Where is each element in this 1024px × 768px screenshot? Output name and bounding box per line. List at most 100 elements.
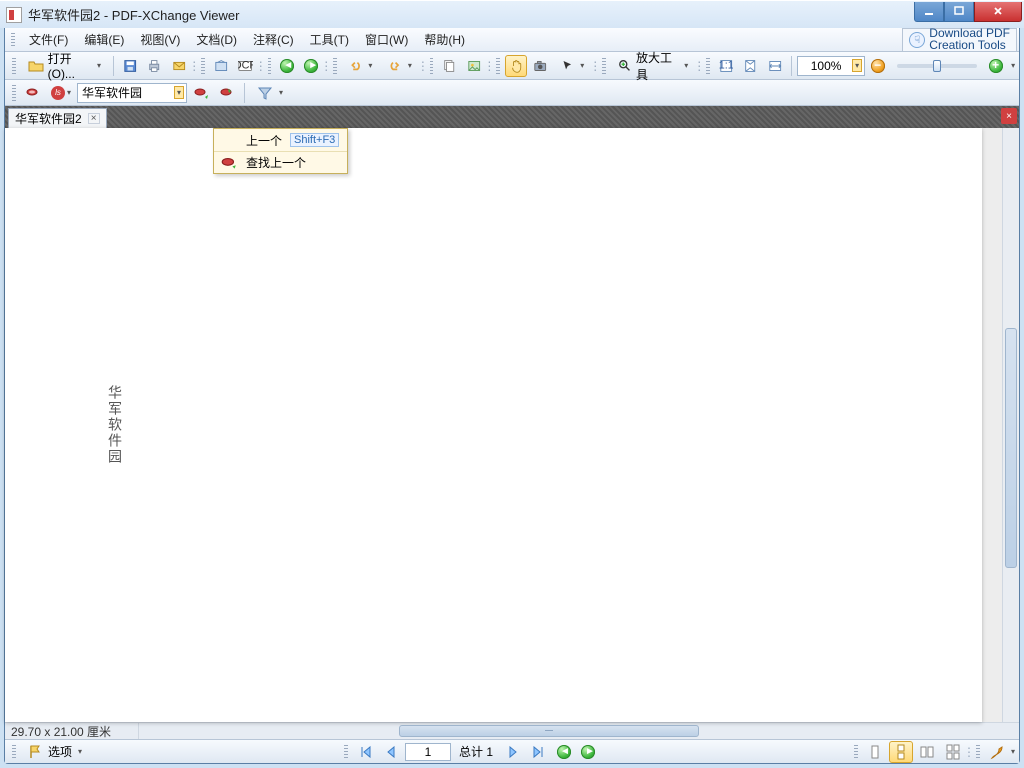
vertical-scrollbar[interactable]	[1002, 128, 1019, 722]
find-previous-button[interactable]	[189, 82, 213, 104]
zoom-value[interactable]: 100%	[802, 59, 850, 73]
zoom-combo[interactable]: 100% ▾	[797, 56, 865, 76]
horizontal-scroll-track[interactable]	[139, 723, 1019, 739]
slider-thumb[interactable]	[933, 60, 941, 72]
open-button[interactable]: 打开(O)... ▾	[21, 55, 108, 77]
page-navigation: 总计 1 ◄ ►	[353, 741, 599, 763]
select-tool-button[interactable]: ▾	[554, 55, 591, 77]
cursor-icon: ☟	[909, 32, 925, 48]
minimize-button[interactable]	[914, 2, 944, 22]
horizontal-scrollbar: 29.70 x 21.00 厘米	[5, 722, 1019, 739]
app-icon	[6, 7, 22, 23]
toolbar-grip[interactable]	[201, 58, 205, 74]
maximize-button[interactable]	[944, 2, 974, 22]
separator	[593, 56, 597, 76]
find-next-button[interactable]	[215, 82, 239, 104]
zoom-in-button[interactable]: +	[985, 55, 1007, 77]
menu-help[interactable]: 帮助(H)	[416, 28, 473, 51]
nav-back-button[interactable]: ◄	[276, 55, 298, 77]
promo-text: Download PDFCreation Tools	[929, 28, 1010, 52]
zoom-tool-button[interactable]: 放大工具 ▾	[611, 55, 695, 77]
snapshot-tool-button[interactable]	[529, 55, 551, 77]
search-value: 华军软件园	[82, 84, 172, 101]
toolbar-grip[interactable]	[706, 58, 710, 74]
toolbar-grip[interactable]	[976, 745, 980, 759]
zoom-out-button[interactable]: −	[867, 55, 889, 77]
chevron-down-icon: ▾	[279, 88, 283, 97]
toolbar-grip[interactable]	[12, 85, 16, 101]
toolbar-grip[interactable]	[333, 58, 337, 74]
flag-icon	[28, 744, 44, 760]
find-previous-icon	[220, 154, 238, 172]
menu-annotation[interactable]: 注释(C)	[245, 28, 302, 51]
print-button[interactable]	[143, 55, 165, 77]
menu-window[interactable]: 窗口(W)	[357, 28, 416, 51]
bookmark-tool-button[interactable]	[985, 741, 1009, 763]
toolbar-grip[interactable]	[344, 745, 348, 759]
options-button[interactable]: 选项 ▾	[21, 741, 89, 763]
menu-view[interactable]: 视图(V)	[132, 28, 188, 51]
app-chrome: 文件(F) 编辑(E) 视图(V) 文档(D) 注释(C) 工具(T) 窗口(W…	[4, 28, 1020, 764]
close-all-tabs-button[interactable]: ×	[1001, 108, 1017, 124]
close-button[interactable]	[974, 2, 1022, 22]
tooltip-shortcut: Shift+F3	[290, 133, 339, 147]
hand-tool-button[interactable]	[505, 55, 527, 77]
save-button[interactable]	[119, 55, 141, 77]
page-content-text: 华军软件园	[105, 385, 125, 465]
scan-button[interactable]	[210, 55, 232, 77]
separator	[259, 56, 263, 76]
toolbar-grip[interactable]	[430, 58, 434, 74]
tab-close-icon[interactable]: ×	[88, 113, 100, 124]
toolbar-grip[interactable]	[496, 58, 500, 74]
page-number-input[interactable]	[405, 743, 451, 761]
toolbar-grip[interactable]	[854, 745, 858, 759]
fit-width-button[interactable]	[764, 55, 786, 77]
fit-page-button[interactable]	[739, 55, 761, 77]
facing-layout-button[interactable]	[915, 741, 939, 763]
tooltip-row-2: 查找上一个	[214, 151, 347, 173]
menu-file[interactable]: 文件(F)	[21, 28, 76, 51]
search-red-icon[interactable]: ls▾	[47, 82, 75, 104]
chevron-down-icon: ▾	[67, 88, 71, 97]
export-image-button[interactable]	[463, 55, 485, 77]
chevron-down-icon[interactable]: ▾	[1011, 747, 1015, 756]
toolbar-grip[interactable]	[268, 58, 272, 74]
pdf-page[interactable]: 华军软件园 上一个 Shift+F3 查找上一个	[5, 128, 982, 722]
nav-back-green-button[interactable]: ◄	[553, 741, 575, 763]
vertical-scroll-thumb[interactable]	[1005, 328, 1017, 568]
chevron-down-icon: ▾	[78, 747, 82, 756]
search-icon[interactable]	[21, 82, 45, 104]
chevron-down-icon[interactable]: ▾	[1011, 61, 1015, 70]
facing-continuous-layout-button[interactable]	[941, 741, 965, 763]
search-filter-button[interactable]: ▾	[250, 82, 290, 104]
search-input[interactable]: 华军软件园 ▾	[77, 83, 187, 103]
ocr-button[interactable]: OCR	[234, 55, 256, 77]
nav-forward-green-button[interactable]: ►	[577, 741, 599, 763]
copy-button[interactable]	[438, 55, 460, 77]
first-page-button[interactable]	[353, 741, 377, 763]
prev-page-button[interactable]	[379, 741, 403, 763]
separator	[113, 56, 114, 76]
actual-size-button[interactable]: 1:1	[715, 55, 737, 77]
download-promo[interactable]: ☟ Download PDFCreation Tools	[902, 28, 1017, 52]
zoom-slider[interactable]	[897, 64, 977, 68]
main-toolbar: 打开(O)... ▾ OCR ◄ ► ▾ ▾ ▾ 放大工具 ▾	[5, 52, 1019, 80]
single-page-layout-button[interactable]	[863, 741, 887, 763]
chevron-down-icon: ▾	[97, 61, 101, 70]
toolbar-grip[interactable]	[11, 33, 15, 47]
toolbar-grip[interactable]	[602, 58, 606, 74]
last-page-button[interactable]	[527, 741, 551, 763]
continuous-layout-button[interactable]	[889, 741, 913, 763]
tab-document-1[interactable]: 华军软件园2 ×	[8, 108, 107, 128]
next-page-button[interactable]	[501, 741, 525, 763]
toolbar-grip[interactable]	[12, 58, 16, 74]
undo-button[interactable]: ▾	[342, 55, 379, 77]
email-button[interactable]	[168, 55, 190, 77]
nav-forward-button[interactable]: ►	[300, 55, 322, 77]
horizontal-scroll-thumb[interactable]	[399, 725, 699, 737]
redo-button[interactable]: ▾	[381, 55, 418, 77]
menu-tool[interactable]: 工具(T)	[302, 28, 357, 51]
toolbar-grip[interactable]	[12, 745, 16, 759]
menu-document[interactable]: 文档(D)	[188, 28, 245, 51]
menu-edit[interactable]: 编辑(E)	[76, 28, 132, 51]
